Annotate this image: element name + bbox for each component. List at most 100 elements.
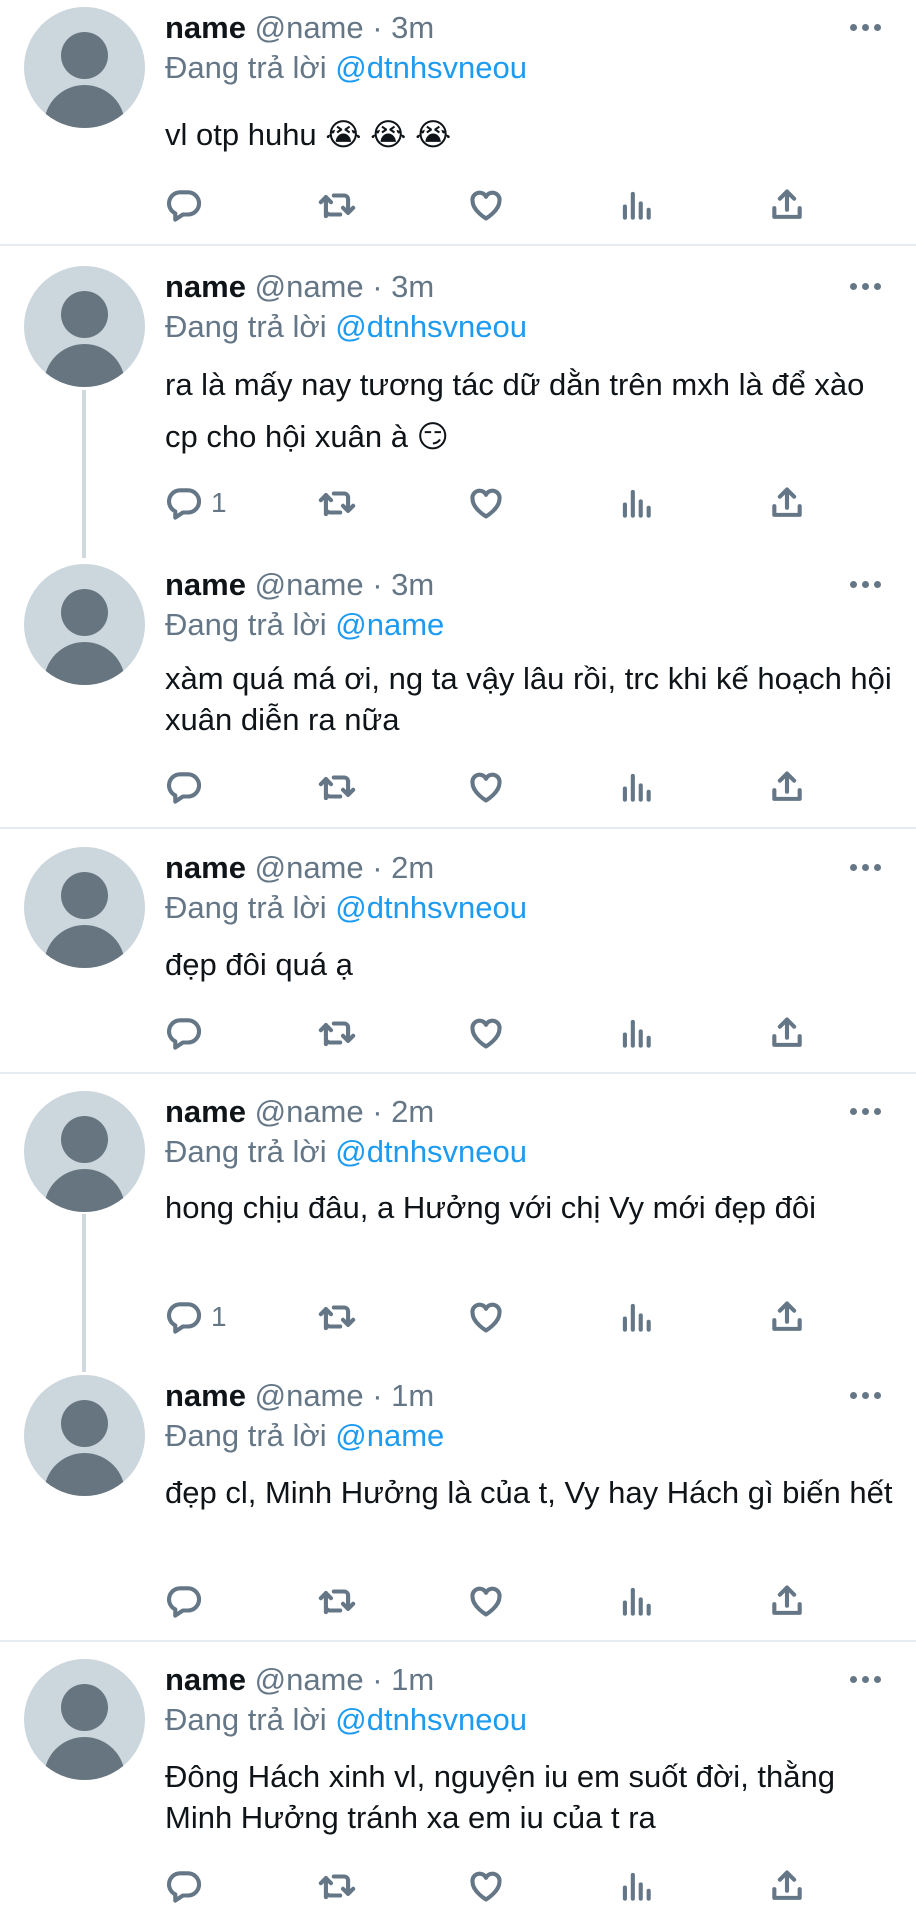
retweet-icon: [318, 1305, 356, 1331]
views-button[interactable]: [617, 1297, 655, 1337]
like-button[interactable]: [467, 483, 505, 523]
like-button[interactable]: [467, 767, 505, 807]
tweet-text: Đông Hách xinh vl, nguyện iu em suốt đời…: [165, 1759, 835, 1835]
share-button[interactable]: [768, 1866, 806, 1906]
like-button[interactable]: [467, 1866, 505, 1906]
reply-handle-link[interactable]: @name: [335, 1418, 444, 1453]
retweet-button[interactable]: [318, 1866, 356, 1906]
retweet-button[interactable]: [318, 185, 356, 225]
reply-button[interactable]: 1: [165, 1297, 227, 1337]
author-name[interactable]: name: [165, 850, 246, 885]
reply-handle-link[interactable]: @dtnhsvneou: [335, 1134, 527, 1169]
share-button[interactable]: [768, 767, 806, 807]
avatar[interactable]: [24, 564, 145, 685]
like-icon: [470, 488, 502, 519]
more-icon[interactable]: [850, 1390, 882, 1400]
author-name[interactable]: name: [165, 269, 246, 304]
avatar[interactable]: [24, 266, 145, 387]
reply-button[interactable]: [165, 767, 211, 807]
reply-prefix: Đang trả lời: [165, 50, 327, 85]
like-icon: [470, 1586, 502, 1617]
tweet-header: name @name · 3m: [165, 8, 434, 48]
author-name[interactable]: name: [165, 1094, 246, 1129]
like-button[interactable]: [467, 1013, 505, 1053]
more-icon[interactable]: [850, 1674, 882, 1684]
avatar[interactable]: [24, 7, 145, 128]
author-name[interactable]: name: [165, 1378, 246, 1413]
reply-button[interactable]: [165, 1581, 211, 1621]
divider: [0, 244, 916, 246]
author-name[interactable]: name: [165, 10, 246, 45]
like-icon: [470, 190, 502, 221]
reply-handle-link[interactable]: @dtnhsvneou: [335, 890, 527, 925]
share-button[interactable]: [768, 1581, 806, 1621]
tweet-text: vl otp huhu 😭 😭 😭: [165, 117, 452, 152]
tweet-text: đẹp đôi quá ạ: [165, 947, 353, 982]
retweet-button[interactable]: [318, 483, 356, 523]
replying-to: Đang trả lời @name: [165, 1416, 444, 1456]
share-icon: [772, 771, 802, 801]
views-button[interactable]: [617, 1013, 655, 1053]
more-icon[interactable]: [850, 579, 882, 589]
tweet-text: xàm quá má ơi, ng ta vậy lâu rồi, trc kh…: [165, 661, 892, 737]
replying-to: Đang trả lời @dtnhsvneou: [165, 1132, 527, 1172]
author-name[interactable]: name: [165, 567, 246, 602]
tweet-text: hong chịu đâu, a Hưởng với chị Vy mới đẹ…: [165, 1190, 816, 1225]
reply-icon: [167, 488, 202, 520]
replying-to: Đang trả lời @dtnhsvneou: [165, 1700, 527, 1740]
avatar[interactable]: [24, 1659, 145, 1780]
more-icon[interactable]: [850, 862, 882, 872]
author-name[interactable]: name: [165, 1662, 246, 1697]
reply-prefix: Đang trả lời: [165, 890, 327, 925]
views-button[interactable]: [617, 1866, 655, 1906]
avatar[interactable]: [24, 847, 145, 968]
retweet-button[interactable]: [318, 1297, 356, 1337]
more-icon[interactable]: [850, 1106, 882, 1116]
more-icon[interactable]: [850, 22, 882, 32]
thread-line: [82, 1214, 86, 1372]
retweet-button[interactable]: [318, 1013, 356, 1053]
retweet-button[interactable]: [318, 767, 356, 807]
views-icon: [622, 1019, 651, 1048]
share-button[interactable]: [768, 1013, 806, 1053]
retweet-icon: [318, 193, 356, 219]
views-button[interactable]: [617, 483, 655, 523]
reply-button[interactable]: [165, 185, 211, 225]
reply-prefix: Đang trả lời: [165, 1134, 327, 1169]
replying-to: Đang trả lời @dtnhsvneou: [165, 48, 527, 88]
retweet-icon: [318, 1021, 356, 1047]
share-icon: [772, 1301, 802, 1331]
avatar[interactable]: [24, 1091, 145, 1212]
avatar[interactable]: [24, 1375, 145, 1496]
reply-handle-link[interactable]: @dtnhsvneou: [335, 1702, 527, 1737]
views-button[interactable]: [617, 185, 655, 225]
retweet-icon: [318, 491, 356, 517]
tweet-header: name @name · 3m: [165, 267, 434, 307]
share-button[interactable]: [768, 1297, 806, 1337]
like-button[interactable]: [467, 185, 505, 225]
views-button[interactable]: [617, 1581, 655, 1621]
reply-button[interactable]: [165, 1013, 211, 1053]
views-icon: [622, 1872, 651, 1901]
reply-count: 1: [211, 1301, 227, 1332]
like-button[interactable]: [467, 1581, 505, 1621]
reply-button[interactable]: 1: [165, 483, 227, 523]
share-icon: [772, 1585, 802, 1615]
tweet-actions: [0, 767, 916, 807]
author-handle-time: @name · 3m: [254, 567, 435, 602]
reply-handle-link[interactable]: @dtnhsvneou: [335, 309, 527, 344]
views-button[interactable]: [617, 767, 655, 807]
author-handle-time: @name · 1m: [254, 1378, 435, 1413]
share-button[interactable]: [768, 483, 806, 523]
reply-button[interactable]: [165, 1866, 211, 1906]
like-button[interactable]: [467, 1297, 505, 1337]
like-icon: [470, 1871, 502, 1902]
retweet-button[interactable]: [318, 1581, 356, 1621]
share-button[interactable]: [768, 185, 806, 225]
reply-handle-link[interactable]: @name: [335, 607, 444, 642]
retweet-icon: [318, 775, 356, 801]
tweet-header: name @name · 1m: [165, 1376, 434, 1416]
tweet-actions: 1: [0, 1297, 916, 1337]
reply-handle-link[interactable]: @dtnhsvneou: [335, 50, 527, 85]
more-icon[interactable]: [850, 281, 882, 291]
